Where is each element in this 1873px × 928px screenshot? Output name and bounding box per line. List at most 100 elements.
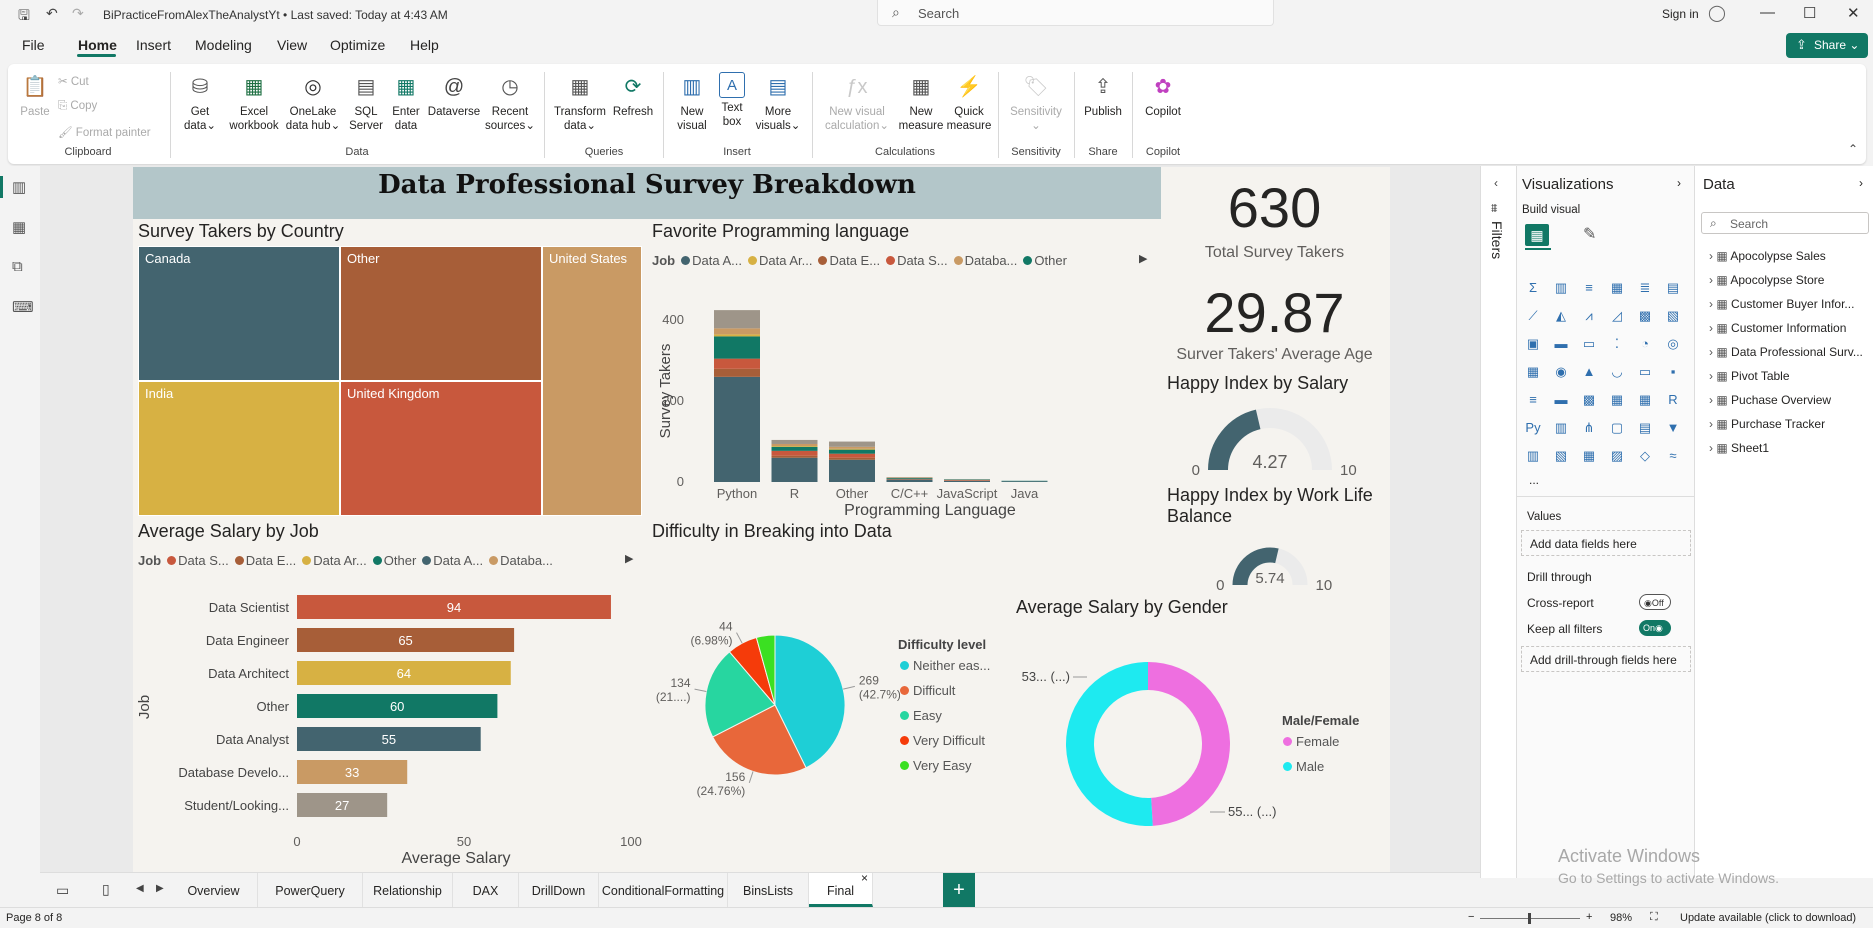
difficulty-legend-item[interactable]: Difficult: [900, 683, 1020, 708]
sql-server-button[interactable]: ▤ SQL Server: [348, 72, 384, 133]
visual-type-icon[interactable]: ▢: [1607, 418, 1627, 438]
account-icon[interactable]: ◯: [1708, 3, 1726, 23]
menu-insert[interactable]: Insert: [136, 37, 171, 53]
visual-type-icon[interactable]: ▣: [1523, 334, 1543, 354]
data-search-input[interactable]: ⌕ Search: [1701, 212, 1869, 234]
recent-sources-button[interactable]: ◷ Recent sources⌄: [484, 72, 536, 133]
difficulty-legend-item[interactable]: Very Easy: [900, 758, 1020, 783]
menu-file[interactable]: File: [22, 37, 45, 53]
fav-lang-legend-item[interactable]: Data A...: [675, 253, 742, 268]
menu-view[interactable]: View: [277, 37, 307, 53]
salary-job-legend-item[interactable]: Other: [367, 553, 416, 568]
visual-type-icon[interactable]: Py: [1523, 418, 1543, 438]
desktop-layout-icon[interactable]: ▭: [56, 882, 69, 899]
visual-type-icon[interactable]: ◭: [1551, 306, 1571, 326]
excel-workbook-button[interactable]: ▦ Excel workbook: [228, 72, 280, 133]
onelake-button[interactable]: ◎ OneLake data hub⌄: [284, 72, 342, 133]
data-table-item[interactable]: › ▦ Customer Information: [1709, 321, 1846, 335]
visual-type-icon[interactable]: ▦: [1523, 362, 1543, 382]
visual-type-icon[interactable]: ▭: [1579, 334, 1599, 354]
legend-next-icon[interactable]: ▶: [1139, 252, 1147, 265]
next-page-icon[interactable]: ▶: [156, 883, 164, 894]
paste-button[interactable]: 📋 Paste: [20, 72, 50, 119]
more-visuals-button[interactable]: ▤ More visuals⌄: [752, 72, 804, 133]
report-view-icon[interactable]: ▥: [12, 178, 26, 196]
visual-type-icon[interactable]: ▧: [1663, 306, 1683, 326]
treemap-tile-canada[interactable]: Canada: [138, 246, 340, 381]
treemap-tile-india[interactable]: India: [138, 381, 340, 516]
expand-chevron-icon[interactable]: ›: [1709, 369, 1713, 383]
visual-type-icon[interactable]: ◎: [1663, 334, 1683, 354]
expand-chevron-icon[interactable]: ›: [1709, 321, 1713, 335]
legend-next-icon[interactable]: ▶: [625, 552, 633, 565]
model-view-icon[interactable]: ⧉: [12, 258, 23, 275]
collapse-filters-icon[interactable]: ‹: [1494, 176, 1498, 190]
visual-type-icon[interactable]: ▼: [1663, 418, 1683, 438]
expand-chevron-icon[interactable]: ›: [1709, 345, 1713, 359]
visual-type-icon[interactable]: ≡: [1579, 278, 1599, 298]
visual-type-icon[interactable]: ▧: [1551, 446, 1571, 466]
gender-donut-chart[interactable]: 53... (...) 55... (...): [1010, 652, 1290, 827]
happy-salary-gauge[interactable]: 4.27 0 10: [1165, 395, 1385, 480]
menu-optimize[interactable]: Optimize: [330, 37, 385, 53]
visual-type-icon[interactable]: ▥: [1523, 446, 1543, 466]
dataverse-button[interactable]: @ Dataverse: [426, 72, 482, 119]
close-tab-icon[interactable]: ×: [861, 871, 868, 885]
salary-job-legend-item[interactable]: Data Ar...: [296, 553, 367, 568]
visual-type-icon[interactable]: ≈: [1663, 446, 1683, 466]
new-measure-button[interactable]: ▦ New measure: [898, 72, 944, 133]
difficulty-pie-chart[interactable]: 269(42.7%) 156(24.76%) 134(21....) 44(6.98%…: [650, 610, 900, 810]
fav-lang-legend-item[interactable]: Databa...: [948, 253, 1017, 268]
visual-type-icon[interactable]: ▦: [1607, 390, 1627, 410]
mobile-layout-icon[interactable]: ▯: [102, 881, 110, 898]
collapse-ribbon-icon[interactable]: ⌃: [1848, 142, 1858, 156]
fav-lang-legend-item[interactable]: Data E...: [812, 253, 880, 268]
gender-legend-item[interactable]: Male: [1283, 759, 1383, 784]
salary-job-chart[interactable]: Data Scientist 94 Data Engineer 65 Data Arch…: [135, 585, 650, 870]
close-icon[interactable]: ✕: [1847, 4, 1860, 22]
visual-type-icon[interactable]: ▭: [1635, 362, 1655, 382]
fit-page-icon[interactable]: ⛶: [1650, 911, 1658, 924]
visual-type-icon[interactable]: ◇: [1635, 446, 1655, 466]
visual-type-icon[interactable]: ≡: [1523, 390, 1543, 410]
difficulty-legend-item[interactable]: Neither eas...: [900, 658, 1020, 683]
refresh-button[interactable]: ⟳ Refresh: [610, 72, 656, 119]
dax-query-view-icon[interactable]: ⌨: [12, 298, 34, 316]
quick-measure-button[interactable]: ⚡ Quick measure: [946, 72, 992, 133]
minimize-icon[interactable]: —: [1760, 4, 1775, 21]
visual-type-icon[interactable]: ▩: [1579, 390, 1599, 410]
difficulty-legend-item[interactable]: Very Difficult: [900, 733, 1020, 758]
visual-type-icon[interactable]: ▤: [1635, 418, 1655, 438]
fav-lang-legend-item[interactable]: Data Ar...: [742, 253, 812, 268]
salary-job-legend-item[interactable]: Data E...: [229, 553, 296, 568]
text-box-button[interactable]: A Text box: [716, 72, 748, 129]
page-tab-relationship[interactable]: Relationship: [363, 873, 453, 907]
menu-home[interactable]: Home: [78, 37, 117, 53]
expand-chevron-icon[interactable]: ›: [1709, 393, 1713, 407]
salary-job-legend-item[interactable]: Databa...: [483, 553, 553, 568]
save-icon[interactable]: 🖫: [18, 5, 30, 29]
share-button[interactable]: ⇪ Share ⌄: [1786, 33, 1868, 58]
zoom-slider-thumb[interactable]: [1528, 913, 1531, 924]
menu-modeling[interactable]: Modeling: [195, 37, 252, 53]
expand-chevron-icon[interactable]: ›: [1709, 273, 1713, 287]
more-visuals-ellipsis[interactable]: ...: [1529, 473, 1539, 487]
drill-through-drop-zone[interactable]: Add drill-through fields here: [1521, 646, 1691, 672]
menu-help[interactable]: Help: [410, 37, 439, 53]
document-title[interactable]: BiPracticeFromAlexTheAnalystYt • Last sa…: [103, 8, 448, 22]
data-table-item[interactable]: › ▦ Puchase Overview: [1709, 393, 1831, 407]
visual-type-icon[interactable]: ▲: [1579, 362, 1599, 382]
add-page-button[interactable]: +: [943, 873, 975, 907]
country-treemap[interactable]: Canada Other United States India United …: [138, 246, 642, 516]
zoom-in-icon[interactable]: +: [1586, 911, 1592, 923]
visual-type-icon[interactable]: ▨: [1607, 446, 1627, 466]
zoom-out-icon[interactable]: −: [1468, 911, 1474, 923]
sign-in-link[interactable]: Sign in: [1662, 7, 1699, 21]
prev-page-icon[interactable]: ◀: [136, 883, 144, 894]
page-tab-drilldown[interactable]: DrillDown: [519, 873, 599, 907]
format-painter-button[interactable]: 🖌 Format painter: [58, 125, 151, 139]
expand-chevron-icon[interactable]: ›: [1709, 417, 1713, 431]
visual-type-icon[interactable]: ≣: [1635, 278, 1655, 298]
keep-filters-toggle[interactable]: On◉: [1639, 620, 1671, 636]
visual-type-icon[interactable]: ▩: [1635, 306, 1655, 326]
